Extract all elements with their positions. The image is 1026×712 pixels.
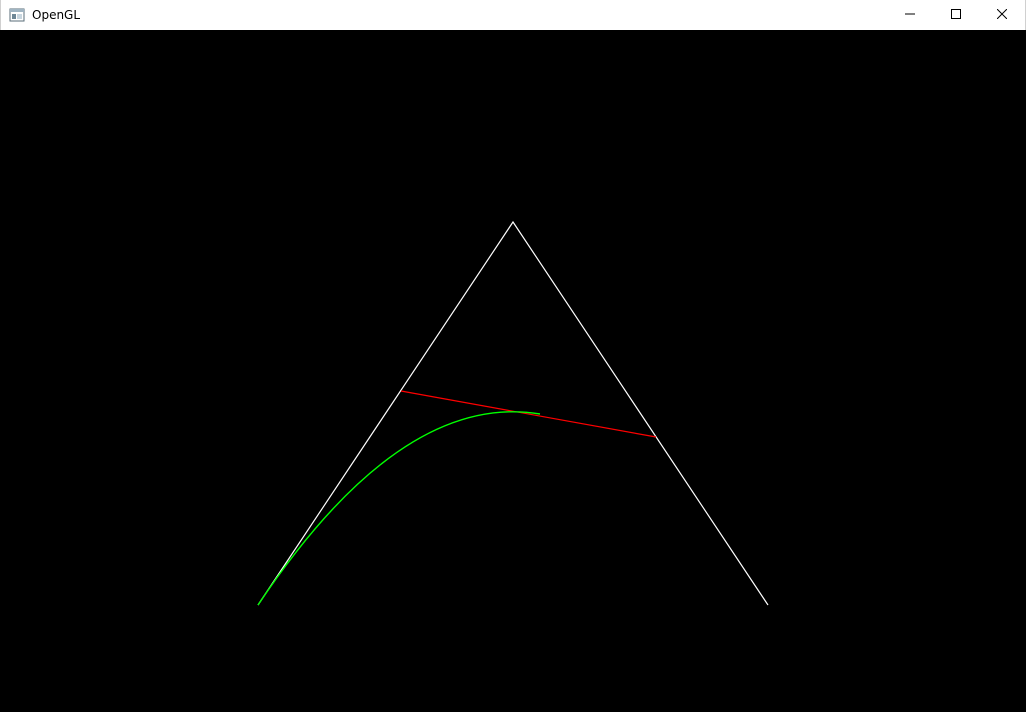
maximize-button[interactable] bbox=[933, 0, 979, 30]
maximize-icon bbox=[951, 6, 961, 24]
close-icon bbox=[996, 6, 1008, 24]
tangent-line bbox=[400, 390, 657, 438]
opengl-canvas[interactable] bbox=[0, 30, 1026, 712]
bezier-scene bbox=[257, 220, 769, 606]
window-controls bbox=[887, 0, 1025, 30]
title-bar[interactable]: OpenGL bbox=[0, 0, 1026, 30]
bezier-curve bbox=[257, 411, 541, 606]
opengl-window: OpenGL bbox=[0, 0, 1026, 712]
minimize-icon bbox=[905, 6, 915, 24]
minimize-button[interactable] bbox=[887, 0, 933, 30]
window-title: OpenGL bbox=[32, 8, 81, 22]
app-window-icon bbox=[9, 7, 25, 23]
control-polygon bbox=[257, 220, 769, 606]
close-button[interactable] bbox=[979, 0, 1025, 30]
